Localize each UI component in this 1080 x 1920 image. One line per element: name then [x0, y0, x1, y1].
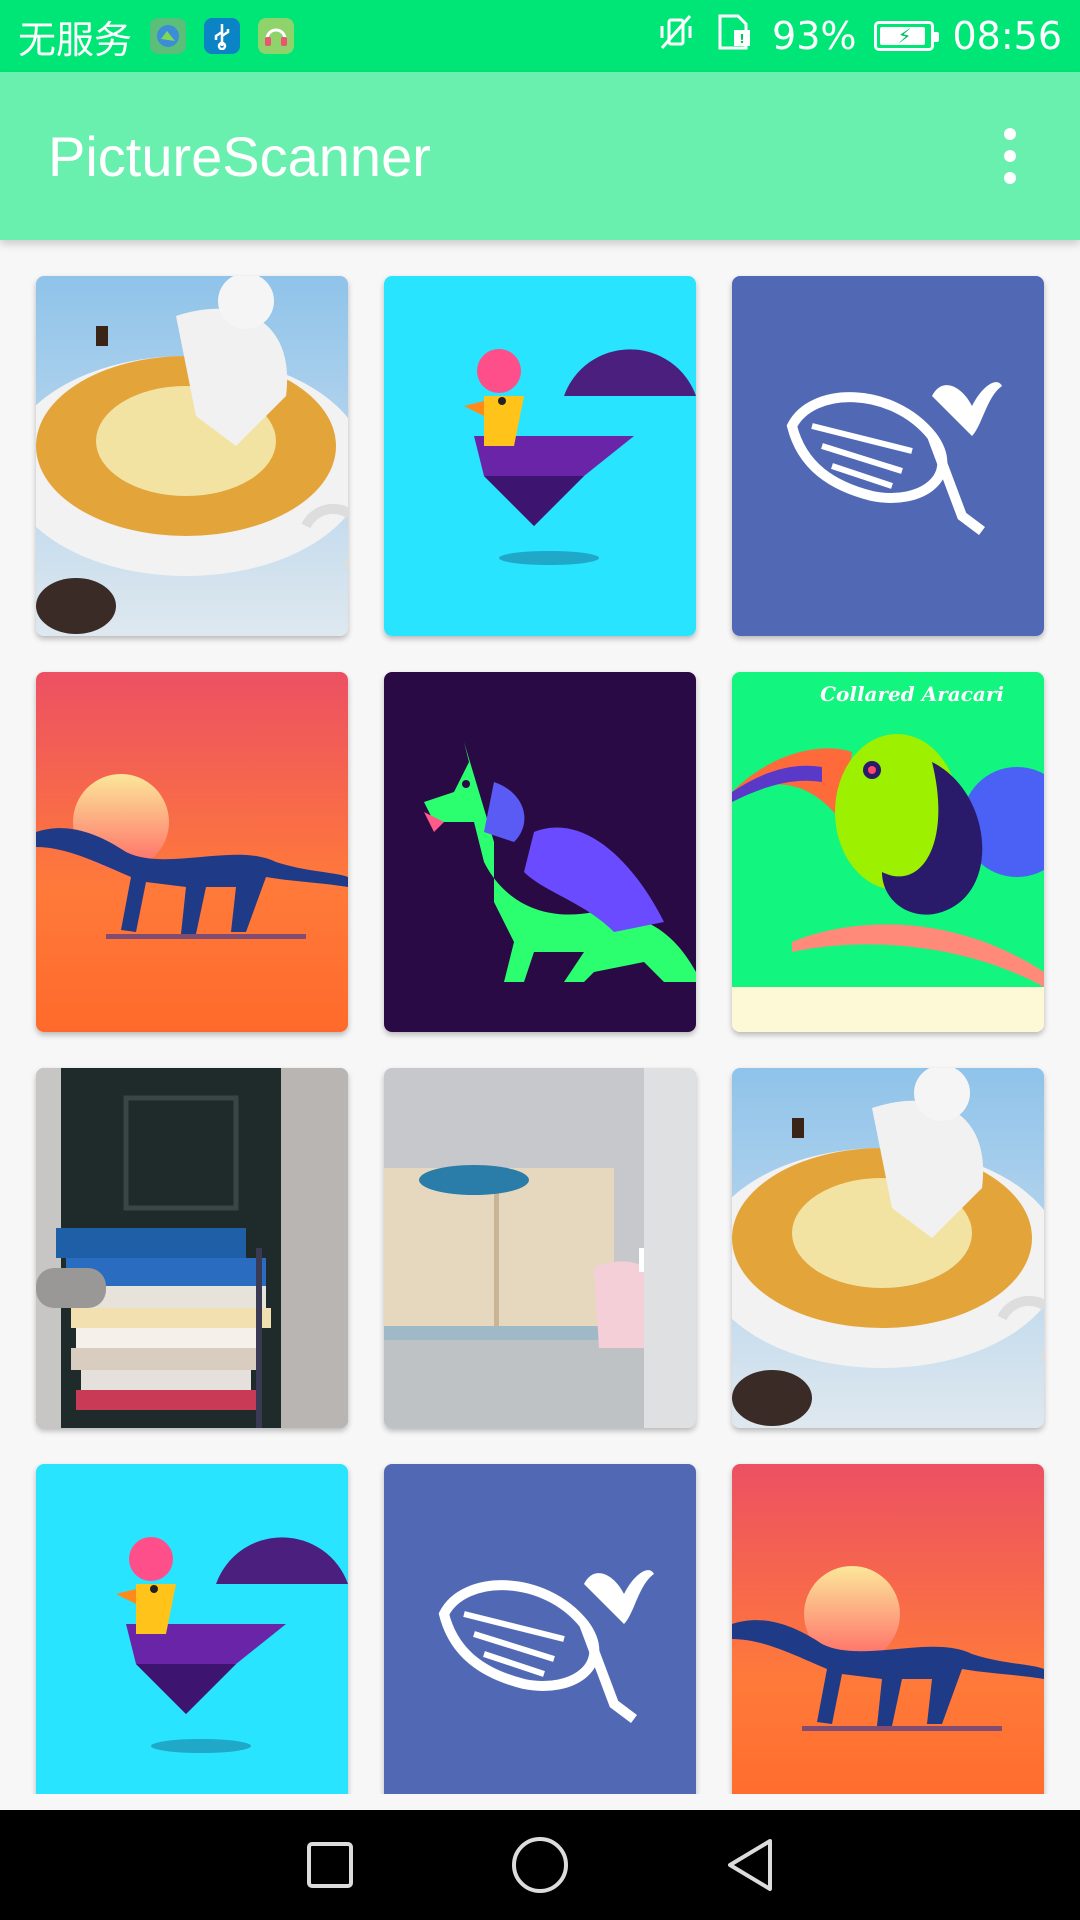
- home-button[interactable]: [510, 1835, 570, 1895]
- image-grid: Collared Aracari: [36, 276, 1044, 1794]
- battery-charging-icon: ⚡: [874, 21, 940, 51]
- grid-item-books-photo[interactable]: [36, 1068, 348, 1428]
- app-bar: PictureScanner: [0, 72, 1080, 240]
- sim-signal-icon: !: [714, 12, 754, 61]
- navigation-bar: [0, 1810, 1080, 1920]
- svg-text:!: !: [739, 32, 744, 46]
- toucan-caption: Collared Aracari: [820, 682, 1004, 706]
- square-icon: [307, 1842, 353, 1888]
- recents-button[interactable]: [300, 1835, 360, 1895]
- vibrate-off-icon: [656, 12, 696, 61]
- sim-app-icon: [150, 18, 187, 54]
- headset-icon: [258, 18, 295, 54]
- grid-item-soup-man[interactable]: [36, 276, 348, 636]
- circle-icon: [512, 1837, 568, 1893]
- grid-item-rooster-2[interactable]: [36, 1464, 348, 1794]
- grid-item-toucan[interactable]: Collared Aracari: [732, 672, 1044, 1032]
- back-button[interactable]: [720, 1835, 780, 1895]
- more-vert-icon[interactable]: [980, 116, 1040, 196]
- clock: 08:56: [952, 14, 1062, 58]
- grid-item-whale-2[interactable]: [384, 1464, 696, 1794]
- grid-item-soup-man-2[interactable]: [732, 1068, 1044, 1428]
- grid-item-rooster[interactable]: [384, 276, 696, 636]
- usb-icon: [204, 18, 241, 54]
- battery-percent: 93%: [772, 14, 857, 58]
- grid-item-dinosaur[interactable]: [36, 672, 348, 1032]
- status-bar: 无服务 ! 93% ⚡ 08:56: [0, 0, 1080, 72]
- image-grid-scroll[interactable]: Collared Aracari: [0, 240, 1080, 1794]
- grid-item-cabinet-photo[interactable]: [384, 1068, 696, 1428]
- grid-item-dog[interactable]: [384, 672, 696, 1032]
- grid-item-whale[interactable]: [732, 276, 1044, 636]
- app-title: PictureScanner: [48, 124, 431, 188]
- grid-item-dinosaur-2[interactable]: [732, 1464, 1044, 1794]
- carrier-label: 无服务: [18, 17, 133, 62]
- triangle-back-icon: [728, 1839, 772, 1891]
